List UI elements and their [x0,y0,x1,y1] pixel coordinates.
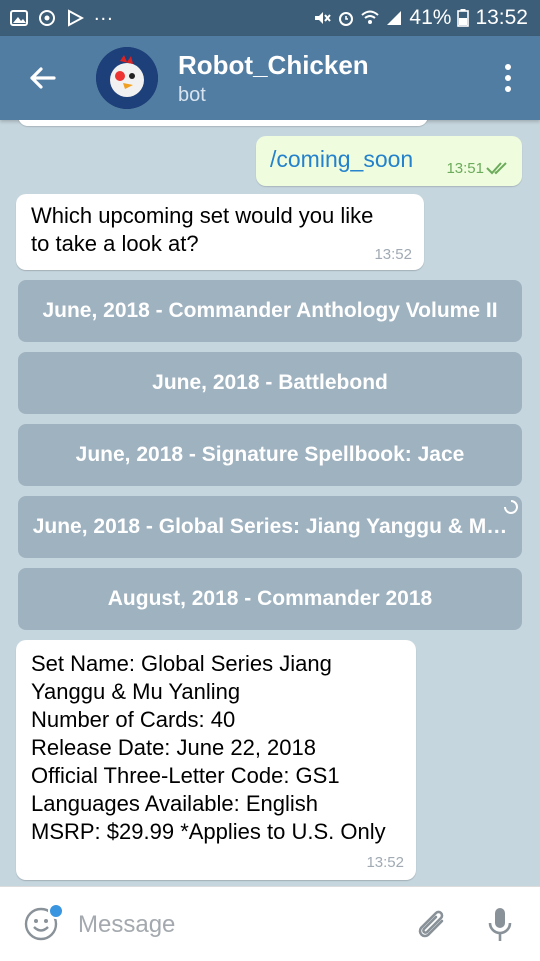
keyboard-button[interactable]: June, 2018 - Commander Anthology Volume … [18,280,522,342]
more-vert-icon[interactable] [504,62,512,94]
more-notifications: ... [94,2,114,25]
message-time: 13:52 [366,854,404,871]
attach-icon[interactable] [414,905,450,945]
signal-icon [387,11,402,25]
set-info-message[interactable]: Set Name: Global Series Jiang Yanggu & M… [16,640,416,880]
keyboard-button-label: June, 2018 - Signature Spellbook: Jace [75,443,465,466]
message-text: Set Name: Global Series Jiang Yanggu & M… [31,651,386,844]
keyboard-button[interactable]: August, 2018 - Commander 2018 [18,568,522,630]
chat-subtitle: bot [178,84,206,106]
keyboard-button[interactable]: June, 2018 - Battlebond [18,352,522,414]
status-bar: ... 41% 13:52 [0,0,540,36]
message-text: Which upcoming set would you like to tak… [31,203,374,256]
bot-question-message[interactable]: Which upcoming set would you like to tak… [16,194,424,270]
double-check-icon [486,162,507,175]
keyboard-button-label: June, 2018 - Global Series: Jiang Yanggu… [32,515,508,538]
keyboard-button-label: August, 2018 - Commander 2018 [107,587,433,610]
message-input-bar [0,886,540,961]
notification-dot [48,903,64,919]
outgoing-message[interactable]: /coming_soon 13:51 [256,136,522,186]
wifi-icon [361,10,380,24]
chat-title: Robot_Chicken [178,50,369,80]
message-time: 13:51 [446,160,484,177]
avatar[interactable] [96,47,158,109]
image-icon [10,10,28,26]
keyboard-button-label: June, 2018 - Battlebond [152,371,388,394]
keyboard-button-label: June, 2018 - Commander Anthology Volume … [42,299,498,322]
clock: 13:52 [475,6,528,29]
robot-chicken-avatar-icon [96,47,158,109]
mute-icon [315,12,332,24]
alarm-icon [339,12,354,26]
whatsapp-icon [39,10,55,26]
message-input[interactable] [78,907,378,943]
command-link[interactable]: /coming_soon [270,146,413,173]
back-arrow-icon[interactable] [22,58,62,98]
message-time: 13:52 [374,246,412,263]
loading-spinner-icon [504,500,518,514]
chat-header: Robot_Chicken bot [0,36,540,120]
previous-message-bubble [18,120,428,126]
battery-percent: 41% [409,6,452,29]
play-store-icon [68,9,84,27]
chat-area[interactable]: /coming_soon 13:51 Which upcoming set wo… [0,120,540,886]
microphone-icon[interactable] [486,905,514,945]
battery-icon [457,9,470,27]
keyboard-button[interactable]: June, 2018 - Global Series: Jiang Yanggu… [18,496,522,558]
keyboard-button[interactable]: June, 2018 - Signature Spellbook: Jace [18,424,522,486]
